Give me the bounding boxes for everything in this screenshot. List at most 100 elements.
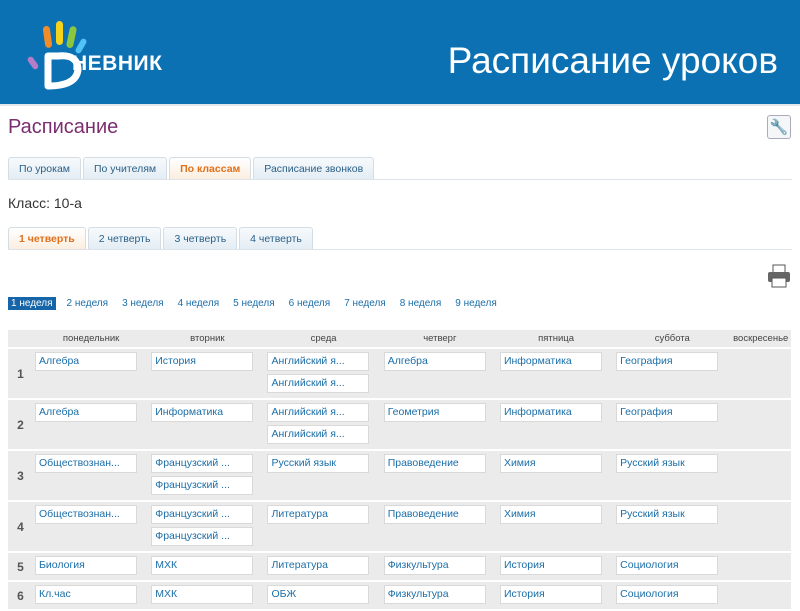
lesson-link[interactable]: Социология bbox=[616, 556, 719, 575]
lesson-link[interactable]: Русский язык bbox=[616, 505, 719, 524]
class-label: Класс: 10-а bbox=[8, 195, 82, 211]
schedule-cell: Информатика bbox=[497, 348, 615, 400]
schedule-cell: География bbox=[614, 399, 731, 451]
tab-quarter-4[interactable]: 4 четверть bbox=[239, 227, 313, 249]
day-header: среда bbox=[265, 330, 382, 349]
day-header: пятница bbox=[497, 330, 615, 349]
lesson-link[interactable]: Физкультура bbox=[383, 585, 486, 604]
lesson-link[interactable]: География bbox=[616, 352, 719, 371]
lesson-link[interactable]: Французский ... bbox=[151, 505, 254, 524]
lesson-link[interactable]: Русский язык bbox=[616, 454, 719, 473]
schedule-cell: Химия bbox=[497, 450, 615, 502]
week-link-7[interactable]: 7 неделя bbox=[341, 297, 389, 310]
lesson-link[interactable]: Французский ... bbox=[151, 454, 254, 473]
lesson-link[interactable]: Английский я... bbox=[267, 352, 370, 371]
view-tabs: По урокам По учителям По классам Расписание… bbox=[8, 157, 792, 180]
week-link-8[interactable]: 8 неделя bbox=[397, 297, 445, 310]
schedule-cell: Литература bbox=[265, 552, 382, 582]
lesson-link[interactable]: МХК bbox=[151, 556, 254, 575]
lesson-link[interactable]: Физкультура bbox=[383, 556, 486, 575]
week-link-6[interactable]: 6 неделя bbox=[286, 297, 334, 310]
tab-view-3[interactable]: Расписание звонков bbox=[253, 157, 375, 179]
lesson-link[interactable]: Литература bbox=[267, 505, 370, 524]
lesson-link[interactable]: Английский я... bbox=[267, 374, 370, 393]
schedule-cell: Французский ... Французский ... bbox=[149, 501, 266, 553]
week-link-4[interactable]: 4 неделя bbox=[175, 297, 223, 310]
schedule-cell: МХК bbox=[149, 581, 266, 611]
lesson-link[interactable]: МХК bbox=[151, 585, 254, 604]
lesson-number: 4 bbox=[8, 501, 33, 553]
lesson-number: 2 bbox=[8, 399, 33, 451]
table-row: 6 Кл.час МХК ОБЖ Физкультура История Социологи… bbox=[8, 581, 791, 611]
schedule-cell: Обществознан... bbox=[33, 450, 150, 502]
tab-quarter-1[interactable]: 1 четверть bbox=[8, 227, 86, 249]
week-link-3[interactable]: 3 неделя bbox=[119, 297, 167, 310]
lesson-link[interactable]: История bbox=[499, 585, 602, 604]
lesson-link[interactable]: Английский я... bbox=[267, 425, 370, 444]
schedule-cell: Биология bbox=[33, 552, 150, 582]
lesson-link[interactable]: История bbox=[499, 556, 602, 575]
lesson-link[interactable]: Социология bbox=[616, 585, 719, 604]
tab-view-0[interactable]: По урокам bbox=[8, 157, 81, 179]
table-row: 5 Биология МХК Литература Физкультура История… bbox=[8, 552, 791, 582]
schedule-cell: Кл.час bbox=[33, 581, 150, 611]
lesson-link[interactable]: Правоведение bbox=[383, 505, 486, 524]
lesson-link[interactable]: ОБЖ bbox=[267, 585, 370, 604]
lesson-link[interactable]: География bbox=[616, 403, 719, 422]
lesson-link[interactable]: Английский я... bbox=[267, 403, 370, 422]
week-link-5[interactable]: 5 неделя bbox=[230, 297, 278, 310]
schedule-cell: История bbox=[497, 581, 615, 611]
day-header: воскресенье bbox=[730, 330, 791, 349]
schedule-cell: Правоведение bbox=[381, 450, 498, 502]
schedule-cell: Французский ... Французский ... bbox=[149, 450, 266, 502]
lesson-link[interactable]: Кл.час bbox=[35, 585, 137, 604]
schedule-cell: География bbox=[614, 348, 731, 400]
lesson-link[interactable]: Правоведение bbox=[383, 454, 486, 473]
tab-quarter-2[interactable]: 2 четверть bbox=[87, 227, 162, 249]
lesson-link[interactable]: Русский язык bbox=[267, 454, 370, 473]
schedule-cell bbox=[730, 501, 791, 553]
print-icon[interactable] bbox=[766, 263, 792, 289]
schedule-cell: Социология bbox=[614, 552, 731, 582]
lesson-number: 6 bbox=[8, 581, 33, 611]
wrench-icon: 🔧 bbox=[769, 119, 789, 136]
lesson-link[interactable]: Обществознан... bbox=[35, 505, 137, 524]
lesson-link[interactable]: Информатика bbox=[151, 403, 254, 422]
table-row: 2 Алгебра Информатика Английский я... Англий… bbox=[8, 399, 791, 451]
tab-view-1[interactable]: По учителям bbox=[83, 157, 168, 179]
lesson-link[interactable]: Химия bbox=[499, 454, 602, 473]
tab-view-2[interactable]: По классам bbox=[169, 157, 252, 179]
lesson-link[interactable]: Биология bbox=[35, 556, 137, 575]
lesson-link[interactable]: Литература bbox=[267, 556, 370, 575]
schedule-cell: Информатика bbox=[149, 399, 266, 451]
schedule-cell: Алгебра bbox=[33, 399, 150, 451]
lesson-link[interactable]: Обществознан... bbox=[35, 454, 137, 473]
lesson-link[interactable]: История bbox=[151, 352, 254, 371]
lesson-link[interactable]: Французский ... bbox=[151, 476, 254, 495]
lesson-link[interactable]: Алгебра bbox=[35, 403, 137, 422]
lesson-link[interactable]: Алгебра bbox=[383, 352, 486, 371]
schedule-cell: Русский язык bbox=[614, 501, 731, 553]
lesson-link[interactable]: Информатика bbox=[499, 352, 602, 371]
lesson-link[interactable]: Алгебра bbox=[35, 352, 137, 371]
schedule-cell: Алгебра bbox=[33, 348, 150, 400]
settings-wrench-button[interactable]: 🔧 bbox=[767, 115, 791, 139]
lesson-link[interactable]: Информатика bbox=[499, 403, 602, 422]
schedule-cell: История bbox=[497, 552, 615, 582]
week-link-1[interactable]: 1 неделя bbox=[8, 297, 56, 310]
schedule-cell bbox=[730, 552, 791, 582]
week-link-2[interactable]: 2 неделя bbox=[64, 297, 112, 310]
schedule-cell: Обществознан... bbox=[33, 501, 150, 553]
schedule-cell bbox=[730, 348, 791, 400]
tab-quarter-3[interactable]: 3 четверть bbox=[163, 227, 238, 249]
lesson-number: 3 bbox=[8, 450, 33, 502]
week-link-9[interactable]: 9 неделя bbox=[452, 297, 500, 310]
header: НЕВНИК Расписание уроков bbox=[0, 0, 800, 106]
lesson-link[interactable]: Геометрия bbox=[383, 403, 486, 422]
lesson-link[interactable]: Химия bbox=[499, 505, 602, 524]
lesson-number: 1 bbox=[8, 348, 33, 400]
lesson-number: 5 bbox=[8, 552, 33, 582]
schedule-cell: Английский я... Английский я... bbox=[265, 399, 382, 451]
lesson-link[interactable]: Французский ... bbox=[151, 527, 254, 546]
schedule-cell: Социология bbox=[614, 581, 731, 611]
